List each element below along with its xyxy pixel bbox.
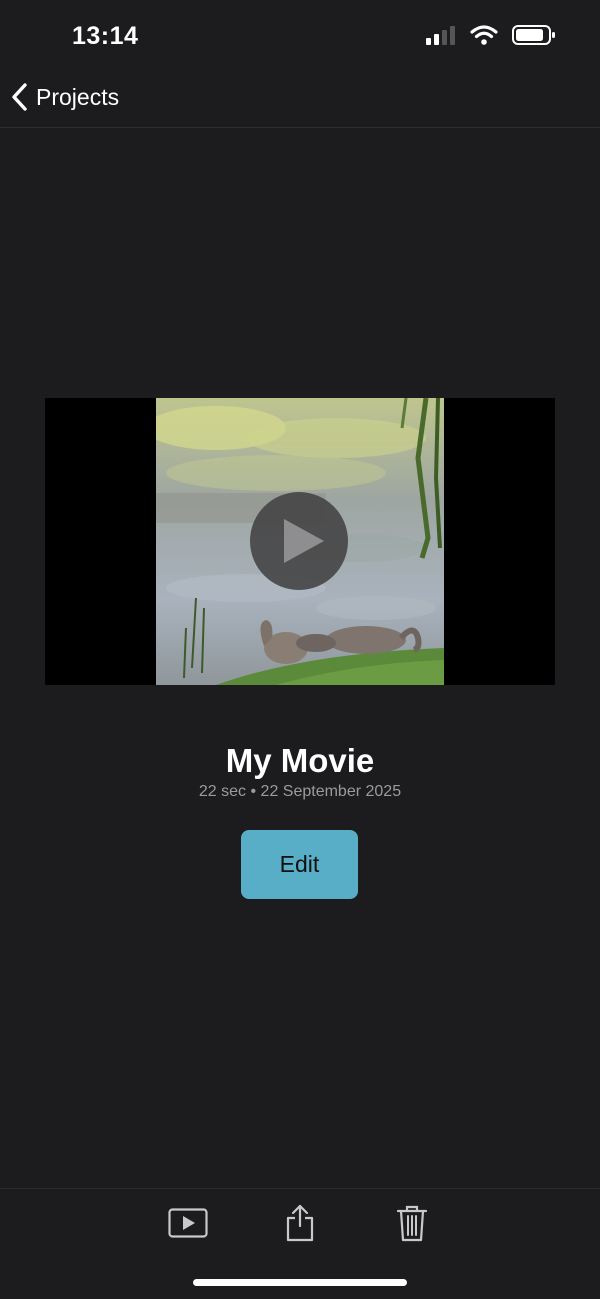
play-movie-button[interactable] xyxy=(166,1203,210,1243)
project-meta: 22 sec • 22 September 2025 xyxy=(198,783,402,800)
share-button[interactable] xyxy=(278,1203,322,1243)
back-button[interactable]: Projects xyxy=(10,82,119,112)
play-icon xyxy=(284,519,324,563)
project-title: My Movie xyxy=(225,742,375,779)
home-indicator xyxy=(193,1279,407,1286)
back-label: Projects xyxy=(36,83,120,110)
status-bar: 13:14 xyxy=(0,0,600,72)
trash-icon xyxy=(396,1205,428,1242)
video-preview[interactable] xyxy=(45,398,555,685)
battery-icon xyxy=(512,25,555,45)
delete-button[interactable] xyxy=(390,1203,434,1243)
share-icon xyxy=(286,1204,314,1242)
edit-button[interactable]: Edit xyxy=(241,830,358,899)
nav-bar: Projects xyxy=(0,72,600,128)
status-time: 13:14 xyxy=(72,22,139,50)
play-button[interactable] xyxy=(250,492,348,590)
play-movie-icon xyxy=(168,1208,208,1238)
chevron-left-icon xyxy=(12,83,27,111)
wifi-icon xyxy=(470,25,498,45)
cellular-signal-icon xyxy=(426,26,455,45)
status-icons xyxy=(426,24,556,46)
